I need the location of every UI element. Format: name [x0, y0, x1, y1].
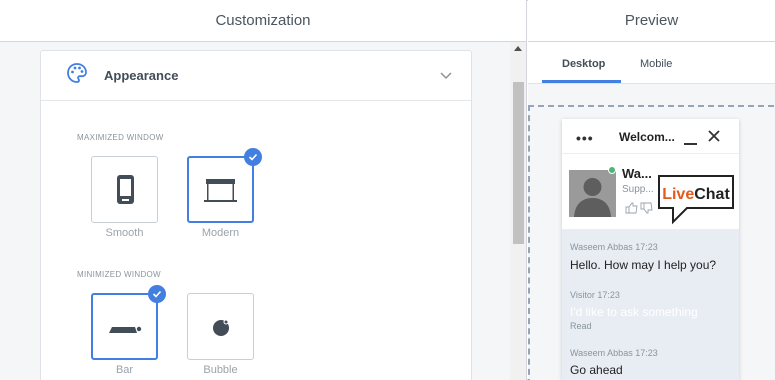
option-modern[interactable] [187, 156, 254, 223]
scrollbar-thumb[interactable] [513, 82, 524, 244]
agent-name: Wa... [622, 166, 652, 181]
agent-role: Supp... [622, 184, 654, 195]
bar-selected-check-icon [148, 285, 166, 303]
maximized-window-label: MAXIMIZED WINDOW [77, 133, 164, 142]
more-options-icon[interactable]: ••• [576, 130, 594, 146]
message-text: Hello. How may I help you? [570, 258, 717, 272]
message-text: I'd like to ask something [570, 305, 698, 319]
option-smooth[interactable] [91, 156, 158, 223]
modern-selected-check-icon [244, 148, 262, 166]
message-list: Waseem Abbas 17:23 Hello. How may I help… [562, 230, 739, 380]
option-modern-label: Modern [201, 227, 240, 239]
agent-bar: Wa... Supp... LiveChat [562, 154, 739, 230]
window-icon [204, 179, 237, 202]
appearance-card: Appearance MAXIMIZED WINDOW Smooth Moder… [40, 50, 472, 380]
appearance-header[interactable]: Appearance [41, 51, 471, 101]
widget-header: ••• Welcom... [562, 119, 739, 154]
bubble-icon [213, 319, 229, 336]
appearance-title: Appearance [104, 68, 179, 83]
preview-header: Preview [528, 0, 775, 42]
minimized-window-label: MINIMIZED WINDOW [77, 270, 161, 279]
customization-title: Customization [215, 12, 311, 29]
chat-widget-preview: ••• Welcom... Wa... Supp... LiveChat Was… [562, 119, 739, 380]
livechat-logo: LiveChat [658, 175, 734, 225]
online-status-dot [608, 166, 616, 174]
customization-body: Appearance MAXIMIZED WINDOW Smooth Moder… [0, 42, 510, 380]
phone-icon [117, 175, 134, 204]
svg-text:LiveChat: LiveChat [662, 186, 730, 203]
close-icon[interactable] [707, 129, 721, 143]
message-text: Go ahead [570, 363, 623, 377]
bar-icon [109, 326, 142, 333]
rating-thumbs-icon[interactable] [625, 202, 653, 217]
palette-icon [66, 62, 88, 89]
option-smooth-label: Smooth [105, 227, 144, 239]
tab-mobile[interactable]: Mobile [640, 58, 672, 70]
customization-panel: Customization Appearance MAXIMIZED WINDO… [0, 0, 527, 380]
option-bubble[interactable] [187, 293, 254, 360]
preview-title: Preview [624, 12, 679, 29]
minimize-icon[interactable] [684, 143, 697, 145]
message-meta: Waseem Abbas 17:23 [570, 242, 658, 252]
option-bar-label: Bar [115, 364, 134, 376]
active-tab-indicator [542, 80, 621, 83]
tab-desktop[interactable]: Desktop [562, 58, 605, 70]
message-read-status: Read [570, 321, 592, 331]
scroll-up-arrow-icon[interactable] [514, 46, 522, 51]
customization-header: Customization [0, 0, 526, 42]
message-meta: Waseem Abbas 17:23 [570, 348, 658, 358]
chevron-down-icon[interactable] [439, 68, 453, 82]
option-bubble-label: Bubble [203, 364, 238, 376]
option-bar[interactable] [91, 293, 158, 360]
message-meta: Visitor 17:23 [570, 290, 620, 300]
agent-avatar [569, 170, 616, 217]
scrollbar[interactable] [510, 42, 526, 380]
widget-title: Welcom... [619, 130, 675, 144]
preview-tabs: Desktop Mobile [528, 42, 775, 84]
